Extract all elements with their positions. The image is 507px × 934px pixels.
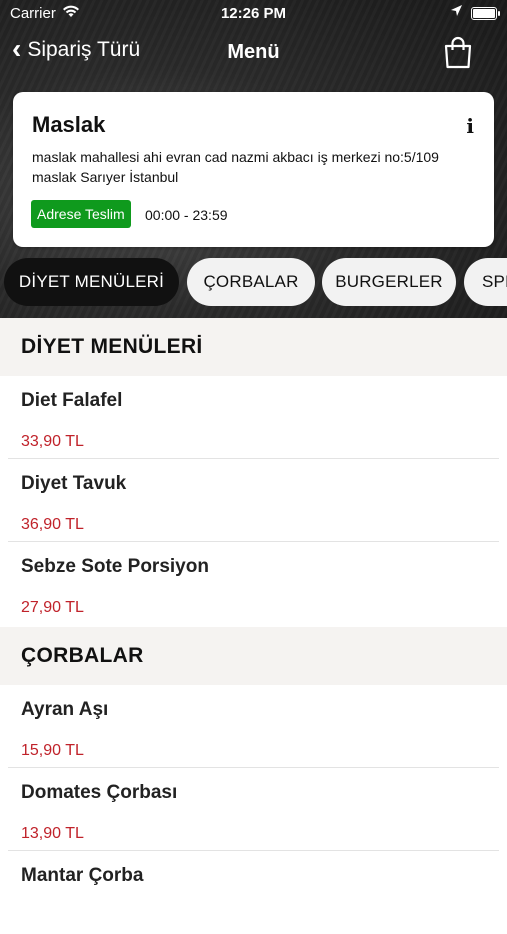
location-arrow-icon — [450, 4, 463, 20]
menu-item[interactable]: Domates Çorbası 13,90 TL — [0, 768, 507, 851]
status-bar: Carrier 12:26 PM — [0, 0, 507, 28]
item-price: 15,90 TL — [21, 742, 84, 759]
item-name: Diyet Tavuk — [21, 473, 127, 494]
item-name: Diet Falafel — [21, 390, 123, 411]
delivery-type-badge: Adrese Teslim — [31, 200, 131, 228]
item-price: 33,90 TL — [21, 433, 84, 450]
store-name: Maslak — [32, 112, 106, 137]
item-name: Sebze Sote Porsiyon — [21, 556, 209, 577]
store-info-card: Maslak i maslak mahallesi ahi evran cad … — [13, 92, 494, 247]
tab-corbalar[interactable]: ÇORBALAR — [187, 258, 315, 306]
tab-diyet-menuleri[interactable]: DİYET MENÜLERİ — [4, 258, 179, 306]
page-title: Menü — [227, 41, 280, 63]
shopping-bag-icon — [444, 36, 472, 69]
menu-item[interactable]: Mantar Çorba — [0, 851, 507, 934]
opening-hours: 00:00 - 23:59 — [145, 207, 228, 223]
battery-icon — [471, 7, 500, 20]
shopping-bag-button[interactable] — [443, 35, 473, 74]
item-name: Mantar Çorba — [21, 865, 144, 886]
menu-list: DİYET MENÜLERİ Diet Falafel 33,90 TL Diy… — [0, 318, 507, 934]
section-header: DİYET MENÜLERİ — [0, 318, 507, 376]
item-price: 27,90 TL — [21, 599, 84, 616]
store-address: maslak mahallesi ahi evran cad nazmi akb… — [32, 149, 439, 185]
menu-item[interactable]: Diyet Tavuk 36,90 TL — [0, 459, 507, 542]
menu-item[interactable]: Diet Falafel 33,90 TL — [0, 376, 507, 459]
menu-item[interactable]: Sebze Sote Porsiyon 27,90 TL — [0, 542, 507, 625]
item-name: Ayran Aşı — [21, 699, 109, 720]
menu-item[interactable]: Ayran Aşı 15,90 TL — [0, 685, 507, 768]
category-tabs: DİYET MENÜLERİ ÇORBALAR BURGERLER SPE — [0, 258, 507, 308]
tab-burgerler[interactable]: BURGERLER — [322, 258, 456, 306]
tab-spe[interactable]: SPE — [464, 258, 507, 306]
info-icon[interactable]: i — [466, 114, 474, 138]
item-price: 36,90 TL — [21, 516, 84, 533]
item-price: 13,90 TL — [21, 825, 84, 842]
navigation-bar: ‹ Sipariş Türü Menü — [0, 30, 507, 76]
clock: 12:26 PM — [220, 5, 287, 22]
section-header: ÇORBALAR — [0, 627, 507, 685]
item-name: Domates Çorbası — [21, 782, 178, 803]
